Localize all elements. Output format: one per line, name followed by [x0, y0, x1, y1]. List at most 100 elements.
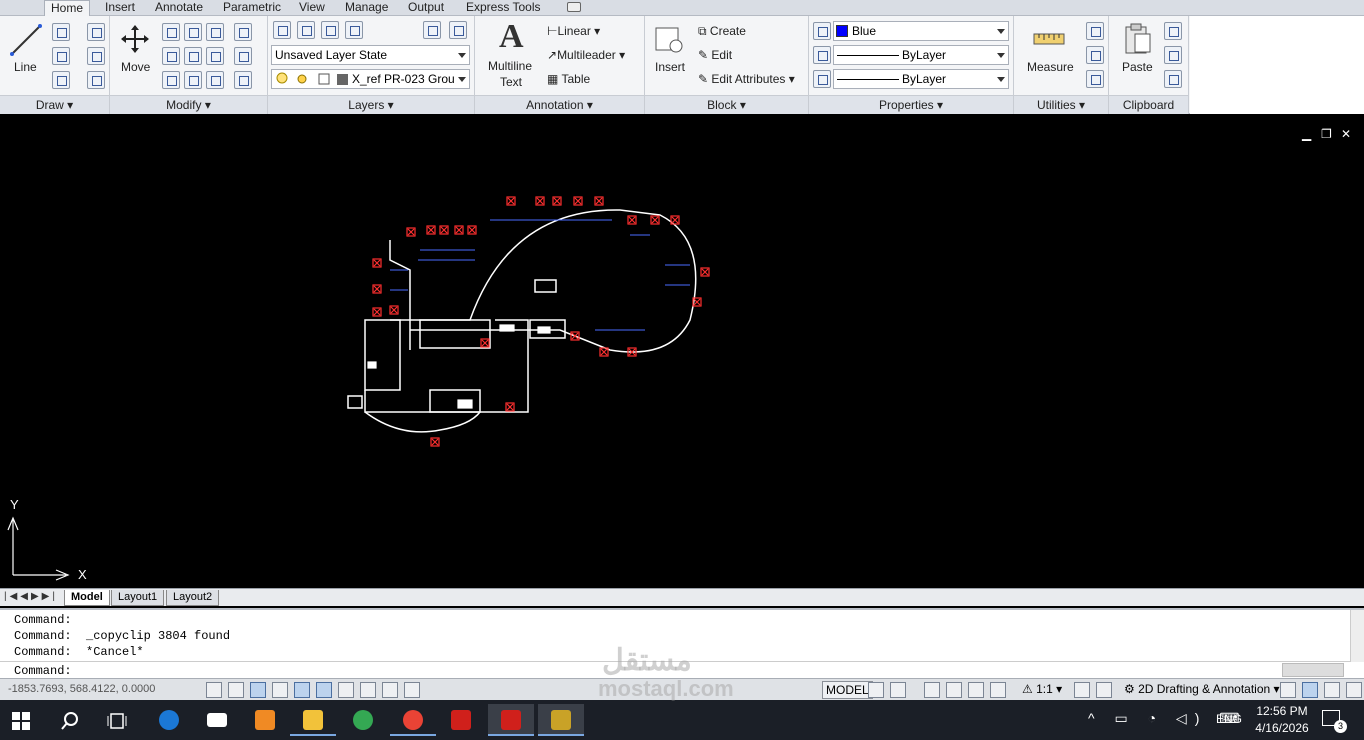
match-clip-icon[interactable]	[1164, 70, 1182, 88]
auto-scale-icon[interactable]	[1096, 682, 1112, 698]
copy-clip-icon[interactable]	[1164, 46, 1182, 64]
chamfer-icon[interactable]	[234, 71, 252, 89]
ducs-icon[interactable]	[382, 682, 398, 698]
file-explorer-icon[interactable]	[290, 704, 336, 736]
linear-dimension-button[interactable]: ⊢Linear ▾	[547, 24, 600, 38]
app-orange-icon[interactable]	[242, 704, 288, 736]
tab-output[interactable]: Output	[402, 0, 450, 16]
array-icon[interactable]	[162, 71, 180, 89]
trim-icon[interactable]	[206, 23, 224, 41]
match-properties-icon[interactable]	[813, 22, 831, 40]
panel-layers-title[interactable]: Layers ▾	[268, 95, 474, 114]
snap-icon[interactable]	[228, 682, 244, 698]
osnap-icon[interactable]	[316, 682, 332, 698]
ellipse-icon[interactable]	[52, 71, 70, 89]
mail-icon[interactable]	[194, 704, 240, 736]
layout-nav-arrows[interactable]: |◀◀▶▶|	[4, 591, 58, 602]
windows-start-icon[interactable]	[12, 712, 30, 730]
tab-insert[interactable]: Insert	[99, 0, 141, 16]
quick-select-icon[interactable]	[1086, 22, 1104, 40]
lineweight-icon[interactable]	[813, 46, 831, 64]
move-label[interactable]: Move	[121, 60, 150, 74]
rotate-icon[interactable]	[184, 23, 202, 41]
circle-icon[interactable]	[52, 47, 70, 65]
chrome-icon[interactable]	[340, 704, 386, 736]
zoom-icon[interactable]	[946, 682, 962, 698]
insert-block-icon[interactable]	[654, 24, 686, 56]
layer-previous-icon[interactable]	[321, 21, 339, 39]
explode-icon[interactable]	[206, 71, 224, 89]
panel-clipboard-title[interactable]: Clipboard	[1109, 95, 1188, 114]
tab-home[interactable]: Home	[44, 0, 91, 17]
clean-screen-icon[interactable]	[1346, 682, 1362, 698]
offset-icon[interactable]	[184, 71, 202, 89]
layer-state-dropdown[interactable]: Unsaved Layer State	[271, 45, 470, 65]
clock-date[interactable]: 4/16/2026	[1250, 721, 1314, 735]
model-space-button[interactable]: MODEL	[822, 681, 873, 699]
command-prompt[interactable]: Command:	[14, 664, 72, 678]
insert-label[interactable]: Insert	[655, 60, 685, 74]
polyline-icon[interactable]	[52, 23, 70, 41]
calculator-icon[interactable]	[1086, 70, 1104, 88]
tab-layout2[interactable]: Layout2	[166, 590, 220, 606]
search-icon[interactable]	[60, 711, 80, 731]
hatch-icon[interactable]	[87, 71, 105, 89]
steering-wheel-icon[interactable]	[968, 682, 984, 698]
panel-properties-title[interactable]: Properties ▾	[809, 95, 1013, 114]
move-icon[interactable]	[120, 24, 150, 54]
autocad-task-icon[interactable]	[538, 704, 584, 736]
measure-icon[interactable]	[1032, 26, 1066, 52]
3d-osnap-icon[interactable]	[338, 682, 354, 698]
panel-annotation-title[interactable]: Annotation ▾	[475, 95, 644, 114]
layer-isolate-icon[interactable]	[345, 21, 363, 39]
viewport-restore-button[interactable]: ❐	[1321, 127, 1332, 141]
clock-time[interactable]: 12:56 PM	[1252, 704, 1312, 718]
layer-match-icon[interactable]	[297, 21, 315, 39]
tab-annotate[interactable]: Annotate	[149, 0, 209, 16]
language-indicator[interactable]: ENG	[1216, 712, 1242, 726]
multiline-label[interactable]: Multiline	[488, 59, 532, 73]
scale-icon[interactable]	[184, 47, 202, 65]
annotation-visibility-icon[interactable]	[1074, 682, 1090, 698]
tab-layout1[interactable]: Layout1	[111, 590, 165, 606]
isolate-objects-icon[interactable]	[1324, 682, 1340, 698]
arc-icon[interactable]	[87, 23, 105, 41]
viewport-close-button[interactable]: ✕	[1341, 127, 1351, 141]
edge-icon[interactable]	[146, 704, 192, 736]
multiline-text-icon[interactable]: A	[499, 18, 524, 56]
line-icon[interactable]	[8, 22, 44, 58]
copy-icon[interactable]	[162, 23, 180, 41]
viewport-minimize-button[interactable]: ▁	[1302, 127, 1311, 141]
rectangle-icon[interactable]	[87, 47, 105, 65]
panel-utilities-title[interactable]: Utilities ▾	[1014, 95, 1108, 114]
workspace-switcher[interactable]: ⚙ 2D Drafting & Annotation ▾	[1124, 682, 1280, 696]
create-block-button[interactable]: ⧉ Create	[698, 24, 746, 39]
edit-attributes-button[interactable]: ✎ Edit Attributes ▾	[698, 72, 795, 86]
otrack-icon[interactable]	[360, 682, 376, 698]
layer-freeze-icon[interactable]	[423, 21, 441, 39]
tab-model[interactable]: Model	[64, 590, 110, 606]
tab-view[interactable]: View	[293, 0, 331, 16]
pan-icon[interactable]	[924, 682, 940, 698]
paste-label[interactable]: Paste	[1122, 60, 1153, 74]
erase-icon[interactable]	[234, 23, 252, 41]
acrobat-icon[interactable]	[438, 704, 484, 736]
select-all-icon[interactable]	[1086, 46, 1104, 64]
ribbon-minimize-icon[interactable]	[567, 2, 581, 12]
quick-view-layouts-icon[interactable]	[868, 682, 884, 698]
showmotion-icon[interactable]	[990, 682, 1006, 698]
cut-icon[interactable]	[1164, 22, 1182, 40]
measure-label[interactable]: Measure	[1027, 60, 1074, 74]
command-scrollbar[interactable]	[1350, 610, 1364, 662]
text-label[interactable]: Text	[500, 75, 522, 89]
linetype-icon[interactable]	[813, 70, 831, 88]
line-label[interactable]: Line	[14, 60, 37, 74]
edit-block-button[interactable]: ✎ Edit	[698, 48, 732, 62]
acrobat-document-icon[interactable]	[488, 704, 534, 736]
ortho-icon[interactable]	[272, 682, 288, 698]
panel-modify-title[interactable]: Modify ▾	[110, 95, 267, 114]
annotation-scale[interactable]: ⚠ 1:1 ▾	[1022, 682, 1062, 696]
mirror-icon[interactable]	[206, 47, 224, 65]
panel-draw-title[interactable]: Draw ▾	[0, 95, 109, 114]
coordinates-readout[interactable]: -1853.7693, 568.4122, 0.0000	[8, 683, 155, 695]
